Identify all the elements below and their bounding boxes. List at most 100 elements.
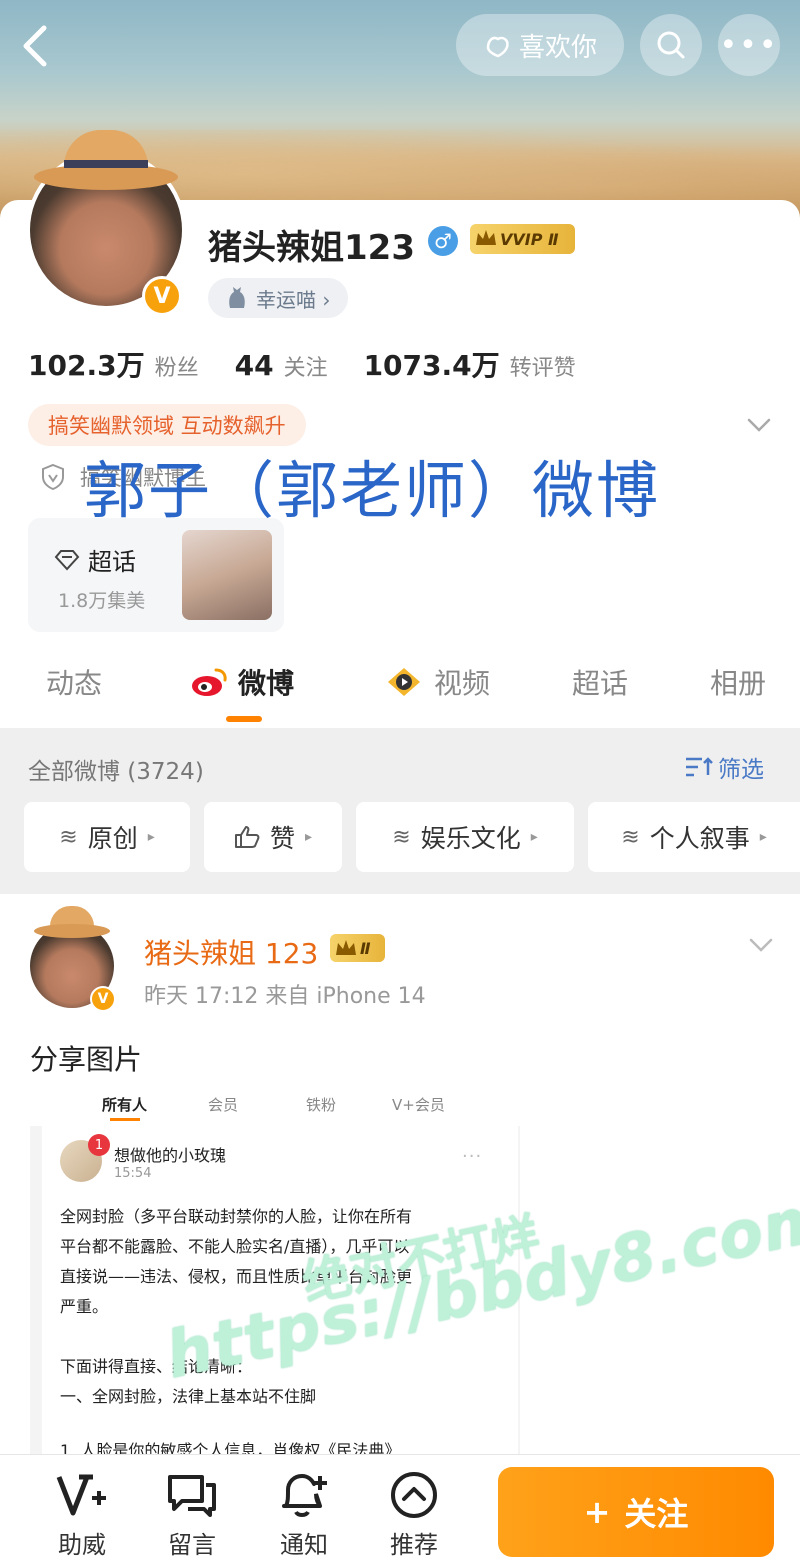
follow-label: 关注	[624, 1495, 689, 1533]
tab-weibo[interactable]: 微博	[190, 662, 294, 702]
chip-like-label: 赞	[269, 824, 295, 853]
filter-button[interactable]: 筛选	[684, 750, 764, 784]
post-vip-badge: Ⅱ	[330, 934, 385, 962]
cat-icon	[229, 287, 245, 308]
bell-plus-icon	[282, 1473, 327, 1517]
lucky-cat-badge[interactable]: 幸运喵 ›	[208, 278, 349, 318]
like-you-button[interactable]: 喜欢你	[456, 14, 624, 76]
stat-interactions[interactable]: 1073.4万 转评赞	[364, 344, 576, 384]
more-icon: •••	[719, 27, 779, 63]
video-icon	[388, 668, 420, 696]
cheer-v-icon	[56, 1474, 106, 1516]
vvip-badge[interactable]: VVIP Ⅱ	[470, 224, 575, 254]
cheer-label: 助威	[58, 1531, 106, 1559]
more-button[interactable]: •••	[718, 14, 780, 76]
profile-tabs: 动态 微博 视频 超话 相册	[0, 640, 800, 728]
chip-arrow-icon: ▸	[147, 829, 155, 845]
shot-notification-badge: 1	[88, 1134, 110, 1156]
chip-personal-label: 个人叙事	[649, 824, 750, 853]
vvip-label: VVIP Ⅱ	[500, 229, 559, 249]
chip-original[interactable]: ≋ 原创 ▸	[24, 802, 190, 872]
chip-arrow-icon: ▸	[530, 829, 538, 845]
plus-icon: +	[583, 1493, 611, 1531]
chip-like[interactable]: 赞 ▸	[204, 802, 342, 872]
notify-label: 通知	[280, 1531, 328, 1559]
shot-more-icon: ···	[462, 1146, 483, 1167]
hand-heart-icon	[486, 36, 509, 58]
layers-icon: ≋	[392, 824, 411, 850]
shot-tab-all: 所有人	[102, 1096, 148, 1114]
chip-arrow-icon: ▸	[304, 829, 313, 845]
shot-tab-member: 会员	[208, 1096, 239, 1114]
chip-original-label: 原创	[87, 824, 138, 853]
chevron-up-circle-icon	[391, 1472, 437, 1518]
lucky-label: 幸运喵 ›	[256, 287, 331, 312]
profile-name: 猪头辣姐123	[208, 228, 415, 268]
chip-personal[interactable]: ≋ 个人叙事 ▸	[588, 802, 800, 872]
stat-fans-label: 粉丝	[154, 356, 199, 381]
supertopic-card[interactable]: 超话 1.8万集美	[28, 518, 284, 632]
thumbs-up-icon	[234, 826, 260, 848]
active-tab-indicator	[226, 716, 262, 722]
chevron-left-icon	[23, 25, 47, 67]
chevron-down-icon	[747, 418, 771, 432]
tab-weibo-label: 微博	[238, 667, 295, 700]
stat-interactions-label: 转评赞	[509, 356, 576, 381]
tab-album[interactable]: 相册	[710, 662, 766, 702]
stat-following-label: 关注	[283, 356, 328, 381]
stat-following-num: 44	[234, 349, 274, 382]
shot-tab-fans: 铁粉	[306, 1096, 337, 1114]
avatar-hat	[34, 130, 178, 192]
chip-entertainment-label: 娱乐文化	[420, 824, 521, 853]
stat-following[interactable]: 44 关注	[235, 349, 328, 382]
diamond-icon	[54, 549, 80, 570]
post-verified-icon: V	[90, 986, 116, 1012]
notify-button[interactable]: 通知	[264, 1469, 344, 1560]
weibo-icon	[192, 668, 227, 696]
chevron-down-icon	[749, 938, 773, 952]
post-menu-button[interactable]	[746, 930, 776, 967]
shot-line: 一、全网封脸，法律上基本站不住脚	[60, 1387, 317, 1406]
shot-tabs: 所有人 会员 铁粉 V+会员	[30, 1086, 520, 1126]
post-avatar-hat	[34, 906, 110, 940]
tab-video-label: 视频	[434, 667, 491, 700]
recommend-button[interactable]: 推荐	[374, 1469, 454, 1560]
post-crown-label: Ⅱ	[360, 938, 371, 958]
layers-icon: ≋	[621, 824, 640, 850]
search-icon	[657, 31, 685, 59]
shot-tab-indicator	[110, 1118, 140, 1121]
like-you-label: 喜欢你	[518, 32, 597, 63]
message-button[interactable]: 留言	[152, 1469, 232, 1560]
tab-album-label: 相册	[710, 667, 767, 700]
tab-dynamic[interactable]: 动态	[46, 662, 102, 702]
shield-icon	[42, 463, 64, 491]
comment-icon	[168, 1475, 216, 1517]
stat-interactions-num: 1073.4万	[363, 349, 500, 382]
tab-supertopic-label: 超话	[572, 667, 629, 700]
shot-username: 想做他的小玫瑰	[114, 1146, 227, 1165]
supertopic-title-row: 超话	[54, 542, 136, 577]
shot-tab-vplus: V+会员	[392, 1096, 445, 1114]
tab-video[interactable]: 视频	[384, 662, 490, 702]
post-author-name[interactable]: 猪头辣姐 123	[144, 932, 318, 972]
search-button[interactable]	[640, 14, 702, 76]
chip-entertainment[interactable]: ≋ 娱乐文化 ▸	[356, 802, 574, 872]
overlay-title: 郭子（郭老师）微博	[84, 454, 661, 527]
crown-icon	[476, 230, 496, 245]
chip-arrow-icon: ▸	[759, 829, 767, 845]
expand-profile-button[interactable]	[744, 410, 774, 440]
stat-fans[interactable]: 102.3万 粉丝	[28, 344, 199, 384]
supertopic-thumbnail	[182, 530, 272, 620]
tab-supertopic[interactable]: 超话	[572, 662, 628, 702]
shot-time: 15:54	[114, 1166, 152, 1181]
message-label: 留言	[168, 1531, 216, 1559]
cheer-button[interactable]: 助威	[42, 1469, 122, 1560]
follow-button[interactable]: + 关注	[498, 1467, 774, 1557]
post-meta: 昨天 17:12 来自 iPhone 14	[144, 984, 426, 1009]
bottom-action-bar: 助威 留言 通知 推荐 + 关注	[0, 1454, 800, 1565]
shot-line: 1. 人脸是你的敏感个人信息，肖像权《民法典》	[60, 1441, 401, 1454]
filter-area: 全部微博 (3724) 筛选 ≋ 原创 ▸ 赞 ▸ ≋ 娱乐文化 ▸ ≋ 个人叙…	[0, 728, 800, 894]
supertopic-title: 超话	[88, 548, 136, 576]
back-button[interactable]	[18, 22, 58, 70]
filter-label: 筛选	[718, 757, 764, 783]
